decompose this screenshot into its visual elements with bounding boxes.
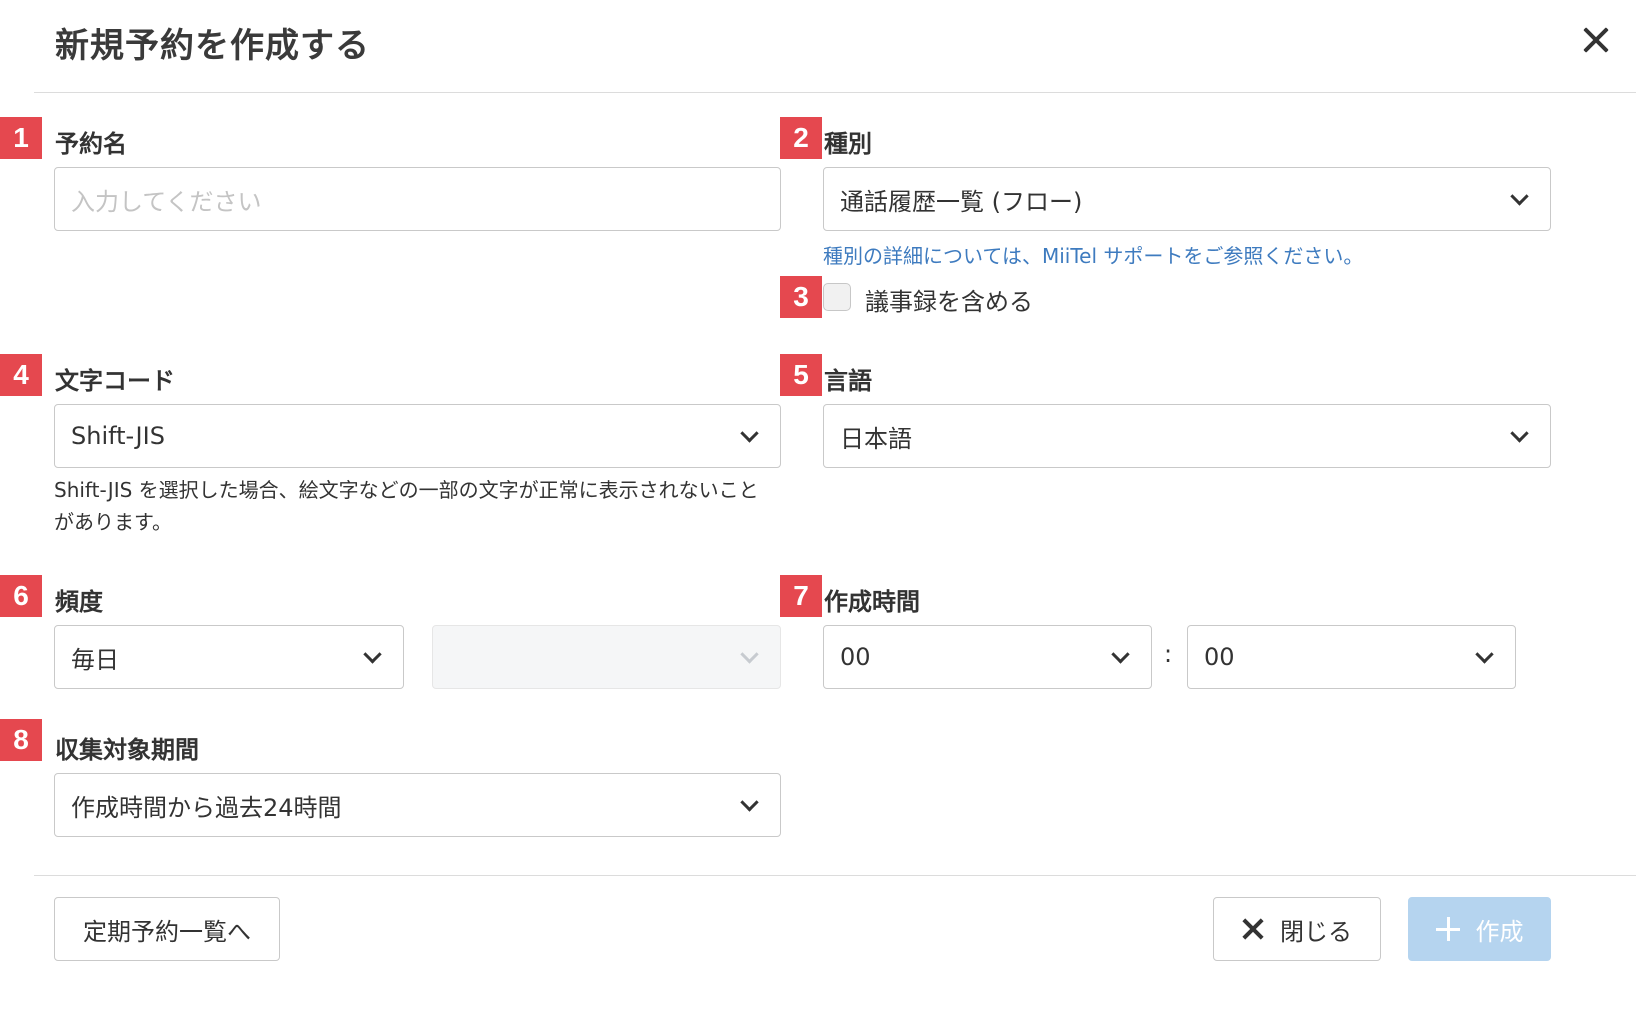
step-badge-3: 3	[780, 276, 822, 318]
close-button[interactable]: 閉じる	[1213, 897, 1381, 961]
step-badge-2: 2	[780, 117, 822, 159]
minute-select-value: 00	[1204, 643, 1235, 671]
name-label: 予約名	[55, 130, 127, 158]
close-icon	[1242, 918, 1264, 940]
hour-select[interactable]: 00	[823, 625, 1152, 689]
period-select[interactable]: 作成時間から過去24時間	[54, 773, 781, 837]
chevron-down-icon	[1475, 645, 1494, 664]
type-select[interactable]: 通話履歴一覧 (フロー)	[823, 167, 1551, 231]
chevron-down-icon	[740, 424, 759, 443]
header-divider	[34, 92, 1636, 93]
chevron-down-icon	[1111, 645, 1130, 664]
language-select-value: 日本語	[840, 424, 912, 453]
language-select[interactable]: 日本語	[823, 404, 1551, 468]
time-label: 作成時間	[824, 588, 920, 616]
plus-icon	[1435, 917, 1460, 941]
chevron-down-icon	[363, 645, 382, 664]
frequency-select-value: 毎日	[71, 645, 119, 674]
chevron-down-icon	[740, 793, 759, 812]
minutes-checkbox-label: 議事録を含める	[865, 288, 1033, 316]
name-input[interactable]: 入力してください	[54, 167, 781, 231]
step-badge-6: 6	[0, 575, 42, 617]
hour-select-value: 00	[840, 643, 871, 671]
period-select-value: 作成時間から過去24時間	[71, 793, 342, 822]
type-select-value: 通話履歴一覧 (フロー)	[840, 187, 1083, 216]
encoding-label: 文字コード	[55, 367, 175, 395]
period-label: 収集対象期間	[55, 736, 199, 764]
encoding-help: Shift-JIS を選択した場合、絵文字などの一部の文字が正常に表示されないこ…	[54, 474, 814, 538]
schedule-list-button-label: 定期予約一覧へ	[83, 917, 251, 946]
chevron-down-icon	[1510, 424, 1529, 443]
dialog-title: 新規予約を作成する	[55, 26, 370, 66]
encoding-select-value: Shift-JIS	[71, 422, 165, 450]
type-help-link[interactable]: 種別の詳細については、MiiTel サポートをご参照ください。	[823, 240, 1363, 269]
frequency-select[interactable]: 毎日	[54, 625, 404, 689]
frequency-label: 頻度	[55, 588, 103, 616]
encoding-help-line-1: Shift-JIS を選択した場合、絵文字などの一部の文字が正常に表示されないこ…	[54, 478, 759, 502]
step-badge-8: 8	[0, 719, 42, 761]
step-badge-4: 4	[0, 354, 42, 396]
close-icon[interactable]	[1578, 22, 1614, 58]
create-button-label: 作成	[1475, 917, 1524, 946]
time-separator: :	[1164, 640, 1173, 668]
chevron-down-icon	[1510, 187, 1529, 206]
frequency-detail-select	[432, 625, 781, 689]
close-button-label: 閉じる	[1280, 917, 1352, 946]
encoding-select[interactable]: Shift-JIS	[54, 404, 781, 468]
schedule-list-button[interactable]: 定期予約一覧へ	[54, 897, 280, 961]
create-button[interactable]: 作成	[1408, 897, 1551, 961]
chevron-down-icon	[740, 645, 759, 664]
step-badge-7: 7	[780, 575, 822, 617]
type-label: 種別	[824, 130, 872, 158]
minutes-checkbox[interactable]	[823, 283, 851, 311]
language-label: 言語	[824, 367, 872, 395]
minute-select[interactable]: 00	[1187, 625, 1516, 689]
encoding-help-line-2: があります。	[54, 510, 172, 534]
step-badge-5: 5	[780, 354, 822, 396]
footer-divider	[34, 875, 1636, 876]
step-badge-1: 1	[0, 117, 42, 159]
